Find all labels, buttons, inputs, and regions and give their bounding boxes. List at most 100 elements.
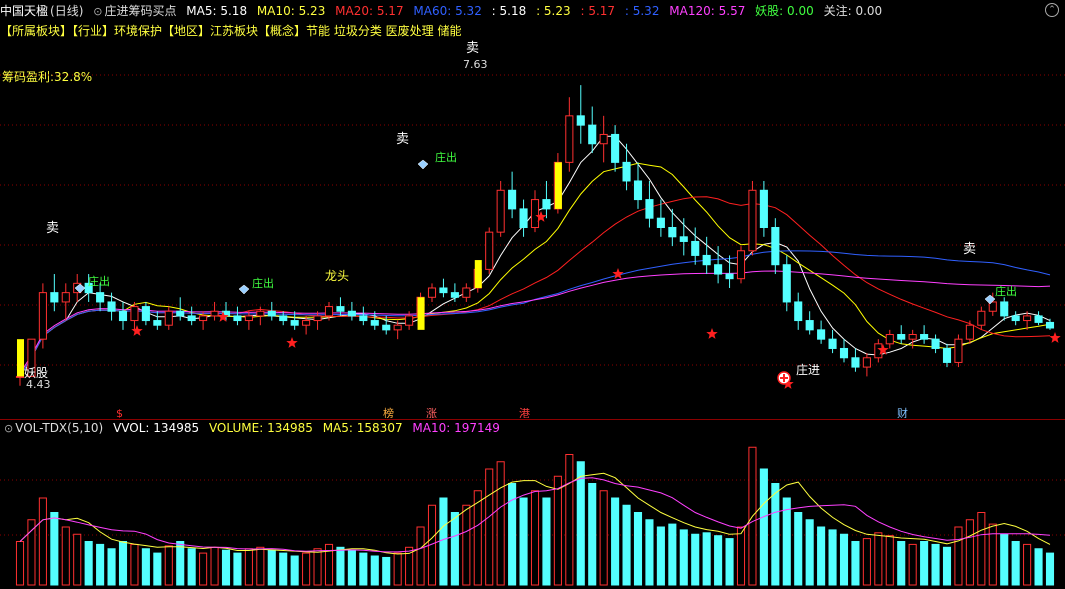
price-chart[interactable]: 卖卖卖卖7.634.43妖股 庄进龙头庄出庄出庄出庄出$ 榜涨港财 xyxy=(0,40,1065,418)
volume-bar xyxy=(817,526,826,586)
volume-indicator-name[interactable]: VOL-TDX(5,10) xyxy=(15,421,103,435)
candle-body xyxy=(794,301,803,322)
high-price-label: 7.63 xyxy=(463,58,488,71)
ma5-value: 5.18 xyxy=(220,4,248,18)
indicator-name[interactable]: 庄进筹码买点 xyxy=(104,2,176,19)
extra-value-3: : 5.17 xyxy=(580,4,616,18)
volume-bar xyxy=(576,461,585,586)
sector-info: 【所属板块】【行业】环境保护【地区】江苏板块【概念】节能 垃圾分类 医废处理 储… xyxy=(0,24,462,38)
candle-body xyxy=(176,310,185,317)
diamond-icon xyxy=(238,284,250,295)
volume-bar xyxy=(542,497,551,586)
volume-bar xyxy=(553,475,562,586)
candle-body xyxy=(359,315,368,322)
zhuangjin-label: 庄进 xyxy=(796,362,820,377)
candle-body xyxy=(633,180,643,201)
candle-body xyxy=(279,315,288,322)
candle-body xyxy=(656,217,665,228)
event-marker: 涨 xyxy=(426,407,437,418)
candle-body xyxy=(839,347,849,359)
candle-body xyxy=(782,264,791,303)
volume-bar xyxy=(839,533,849,586)
candle-body xyxy=(508,189,517,210)
candle-body xyxy=(965,324,974,340)
candle-body xyxy=(405,315,414,326)
zhuangchu-label: 庄出 xyxy=(88,274,110,288)
candle-body xyxy=(233,315,242,322)
volume-bar xyxy=(611,497,620,586)
candle-body xyxy=(153,320,162,326)
volume-bar xyxy=(176,541,185,586)
volume-bar xyxy=(50,512,59,586)
volume-bar xyxy=(267,549,276,586)
buy-star-icon xyxy=(286,337,298,348)
candle-body xyxy=(622,161,631,182)
sell-label: 卖 xyxy=(963,242,976,257)
volume-bar xyxy=(61,526,70,586)
candle-body xyxy=(942,347,952,363)
collapse-icon[interactable]: ⊙ xyxy=(4,422,13,435)
candle-body xyxy=(1045,321,1055,329)
volume-bar xyxy=(805,519,814,586)
candle-body xyxy=(462,287,471,298)
panel-divider xyxy=(0,419,1065,420)
candle-body xyxy=(313,315,322,322)
volume-bar xyxy=(221,549,231,586)
candle-body xyxy=(439,287,448,294)
volume-bar xyxy=(828,529,837,586)
volume-bar xyxy=(679,529,688,586)
vvol-value: 134985 xyxy=(153,421,200,435)
volume-chart[interactable] xyxy=(0,440,1065,586)
volume-bar xyxy=(439,497,448,586)
volume-bar xyxy=(622,504,631,586)
candle-body xyxy=(382,324,391,331)
candle-body xyxy=(668,227,677,238)
signal-bar xyxy=(417,297,425,330)
volume-bar xyxy=(599,490,608,586)
stock-name[interactable]: 中国天楹 xyxy=(0,2,48,19)
zhuangchu-label: 庄出 xyxy=(252,276,274,290)
volume-bar xyxy=(416,526,425,586)
volume-bar xyxy=(633,512,643,586)
candle-body xyxy=(908,334,917,340)
candle-body xyxy=(759,189,768,228)
candle-body xyxy=(977,310,986,326)
candle-body xyxy=(771,227,780,266)
yaogu-label: 妖股: 0.00 xyxy=(755,4,814,18)
volume-bar xyxy=(691,533,700,586)
volume-bar xyxy=(473,490,482,586)
volume-bar xyxy=(107,548,116,586)
sell-label: 卖 xyxy=(46,221,59,236)
candle-body xyxy=(393,324,402,331)
volume-bar xyxy=(1011,541,1020,586)
candle-body xyxy=(290,320,299,326)
candle-body xyxy=(38,292,47,340)
volume-bar xyxy=(1023,543,1032,586)
expand-icon[interactable]: ⌃ xyxy=(1045,3,1059,17)
candle-body xyxy=(828,338,837,349)
volume-bar xyxy=(96,543,105,586)
candle-body xyxy=(691,240,700,256)
guanzhu-label: 关注: 0.00 xyxy=(823,4,883,18)
candle-body xyxy=(50,292,59,303)
volume-bar xyxy=(656,526,665,586)
zhuangchu-label: 庄出 xyxy=(435,150,457,164)
volume-bar xyxy=(782,497,791,586)
volume-bar xyxy=(382,556,391,586)
volume-bar xyxy=(450,512,459,586)
diamond-icon xyxy=(417,159,429,170)
sell-label: 卖 xyxy=(396,132,409,147)
candle-body xyxy=(336,306,345,312)
candle-body xyxy=(302,320,311,326)
period-label[interactable]: (日线) xyxy=(50,2,83,19)
volume-bar xyxy=(118,541,128,586)
candle-body xyxy=(164,310,173,326)
volume-bar xyxy=(359,552,368,586)
yaogu-value: 0.00 xyxy=(787,4,814,18)
collapse-icon[interactable]: ⊙ xyxy=(93,5,102,18)
ma10-value: 5.23 xyxy=(298,4,326,18)
candle-body xyxy=(565,115,574,163)
candle-body xyxy=(931,338,940,349)
extra-value-4: : 5.32 xyxy=(624,4,660,18)
candle-body xyxy=(118,310,128,322)
